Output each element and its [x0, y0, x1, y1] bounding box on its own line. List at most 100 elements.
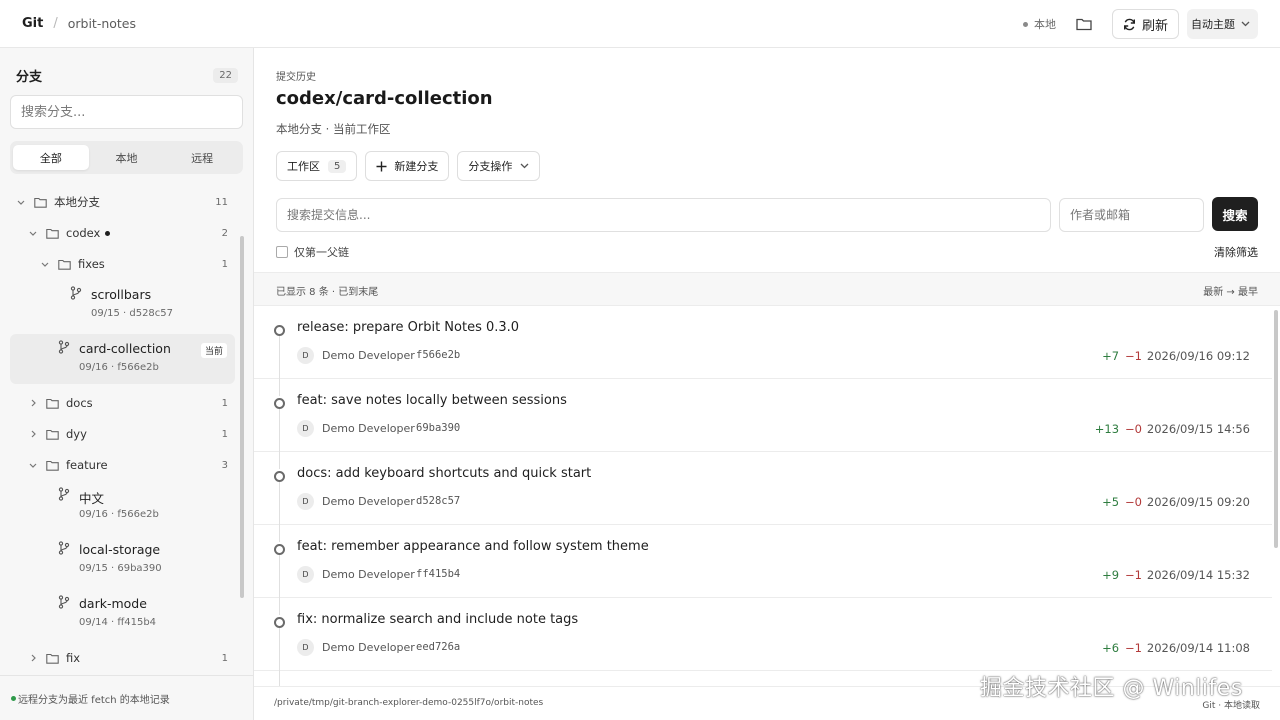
author-search-input[interactable]: [1059, 198, 1204, 232]
commit-list-scrollbar[interactable]: [1274, 310, 1278, 548]
tree-group-codex[interactable]: codex 2: [0, 226, 236, 240]
commit-list-header: 已显示 8 条 · 已到末尾 最新 → 最早: [254, 272, 1280, 306]
commit-row[interactable]: release: prepare Orbit Notes 0.3.0 D Dem…: [254, 306, 1272, 396]
worktree-button[interactable]: 工作区 5: [276, 151, 358, 181]
repo-name[interactable]: orbit-notes: [68, 16, 136, 31]
commit-author: Demo Developer: [322, 495, 415, 508]
commit-hash[interactable]: ff415b4: [416, 568, 460, 580]
commit-date: 2026/09/16 09:12: [1146, 349, 1250, 363]
branch-name: card-collection: [79, 341, 171, 356]
additions: +5: [1102, 495, 1120, 509]
commit-stats: +9 −1: [1102, 568, 1142, 582]
git-branch-icon: [70, 286, 82, 300]
tree-group-docs[interactable]: docs 1: [0, 396, 236, 410]
chevron-down-icon: [40, 259, 50, 269]
tree-group-fix[interactable]: fix 1: [0, 651, 236, 665]
branch-meta: 09/16 · f566e2b: [79, 509, 159, 520]
commit-row[interactable]: docs: add keyboard shortcuts and quick s…: [254, 452, 1272, 542]
page-title: codex/card-collection: [276, 88, 493, 109]
branch-meta: 09/15 · 69ba390: [79, 563, 162, 574]
branch-item-local-storage[interactable]: local-storage 09/15 · 69ba390: [0, 538, 236, 582]
commit-row[interactable]: feat: save notes locally between session…: [254, 379, 1272, 469]
folder-icon: [46, 653, 59, 664]
sidebar-footer: 远程分支为最近 fetch 的本地记录: [0, 675, 253, 720]
commit-row[interactable]: feat: remember appearance and follow sys…: [254, 525, 1272, 615]
open-folder-button[interactable]: [1074, 14, 1094, 34]
avatar: D: [297, 347, 314, 364]
branch-name: local-storage: [79, 542, 161, 557]
tree-group-dyy[interactable]: dyy 1: [0, 427, 236, 441]
plus-icon: [376, 161, 387, 171]
branch-count-badge: 22: [213, 68, 238, 83]
commit-node-icon: [274, 398, 285, 409]
theme-label: 自动主题: [1191, 18, 1235, 31]
additions: +7: [1102, 349, 1120, 363]
sort-order-toggle[interactable]: 最新 → 最早: [1203, 283, 1258, 298]
top-bar: Git / orbit-notes 本地 刷新 自动主题: [0, 0, 1280, 48]
commit-search-input[interactable]: [276, 198, 1051, 232]
commit-hash[interactable]: d528c57: [416, 495, 460, 507]
avatar: D: [297, 639, 314, 656]
sidebar-footer-note: 远程分支为最近 fetch 的本地记录: [18, 694, 170, 706]
branch-item-zhongwen[interactable]: 中文 09/16 · f566e2b: [0, 484, 236, 528]
commit-row[interactable]: fix: normalize search and include note t…: [254, 598, 1272, 686]
commit-message: docs: add keyboard shortcuts and quick s…: [297, 466, 592, 481]
status-dot-icon: [1022, 21, 1028, 27]
tree-group-count: 11: [215, 196, 228, 208]
commit-author: Demo Developer: [322, 349, 415, 362]
additions: +13: [1094, 422, 1120, 436]
tab-all[interactable]: 全部: [13, 145, 89, 170]
new-branch-button[interactable]: 新建分支: [365, 151, 450, 181]
branch-item-card-collection[interactable]: card-collection 09/16 · f566e2b 当前: [10, 334, 235, 384]
folder-icon: [46, 460, 59, 471]
tab-local[interactable]: 本地: [89, 145, 165, 170]
first-parent-toggle[interactable]: 仅第一父链: [276, 244, 349, 260]
commit-stats: +6 −1: [1102, 641, 1142, 655]
new-branch-label: 新建分支: [394, 160, 439, 173]
commit-hash[interactable]: 69ba390: [416, 422, 460, 434]
git-branch-icon: [58, 340, 70, 354]
checkbox[interactable]: [276, 246, 288, 258]
clear-filters-link[interactable]: 清除筛选: [1214, 244, 1258, 260]
first-parent-label: 仅第一父链: [294, 246, 349, 259]
folder-icon: [34, 197, 47, 208]
chevron-right-icon: [28, 398, 38, 408]
folder-icon: [58, 259, 71, 270]
current-branch-dot-icon: [105, 230, 111, 236]
commit-hash[interactable]: eed726a: [416, 641, 460, 653]
commit-date: 2026/09/15 09:20: [1146, 495, 1250, 509]
worktree-count-badge: 5: [328, 159, 347, 173]
tree-group-count: 1: [221, 652, 228, 664]
avatar: D: [297, 566, 314, 583]
tree-group-label: feature: [66, 458, 108, 472]
branch-name: dark-mode: [79, 596, 147, 611]
branch-name: 中文: [79, 491, 105, 506]
tree-group-fixes[interactable]: fixes 1: [0, 257, 236, 271]
commit-author: Demo Developer: [322, 422, 415, 435]
chevron-down-icon: [28, 460, 38, 470]
avatar: D: [297, 493, 314, 510]
tree-group-count: 1: [221, 397, 228, 409]
chevron-down-icon: [520, 163, 529, 169]
commit-date: 2026/09/14 11:08: [1146, 641, 1250, 655]
tree-group-label: docs: [66, 396, 93, 410]
tree-group-count: 2: [221, 227, 228, 239]
sidebar-scrollbar[interactable]: [240, 236, 244, 598]
branch-search-input[interactable]: [10, 95, 243, 129]
tree-group-count: 3: [221, 459, 228, 471]
tree-group-feature[interactable]: feature 3: [0, 458, 236, 472]
refresh-button[interactable]: 刷新: [1111, 9, 1179, 39]
tree-group-label: fix: [66, 651, 81, 665]
additions: +6: [1102, 641, 1120, 655]
tab-remote[interactable]: 远程: [164, 145, 240, 170]
branch-item-dark-mode[interactable]: dark-mode 09/14 · ff415b4: [0, 592, 236, 636]
tree-group-local-branches[interactable]: 本地分支 11: [0, 195, 236, 209]
search-button[interactable]: 搜索: [1212, 197, 1258, 231]
commit-date: 2026/09/15 14:56: [1146, 422, 1250, 436]
repo-path: /private/tmp/git-branch-explorer-demo-02…: [274, 698, 544, 708]
tree-group-label: fixes: [78, 257, 105, 271]
theme-select[interactable]: 自动主题: [1187, 9, 1258, 39]
branch-item-scrollbars[interactable]: scrollbars 09/15 · d528c57: [0, 283, 236, 327]
commit-hash[interactable]: f566e2b: [416, 349, 460, 361]
branch-ops-dropdown[interactable]: 分支操作: [457, 151, 541, 181]
